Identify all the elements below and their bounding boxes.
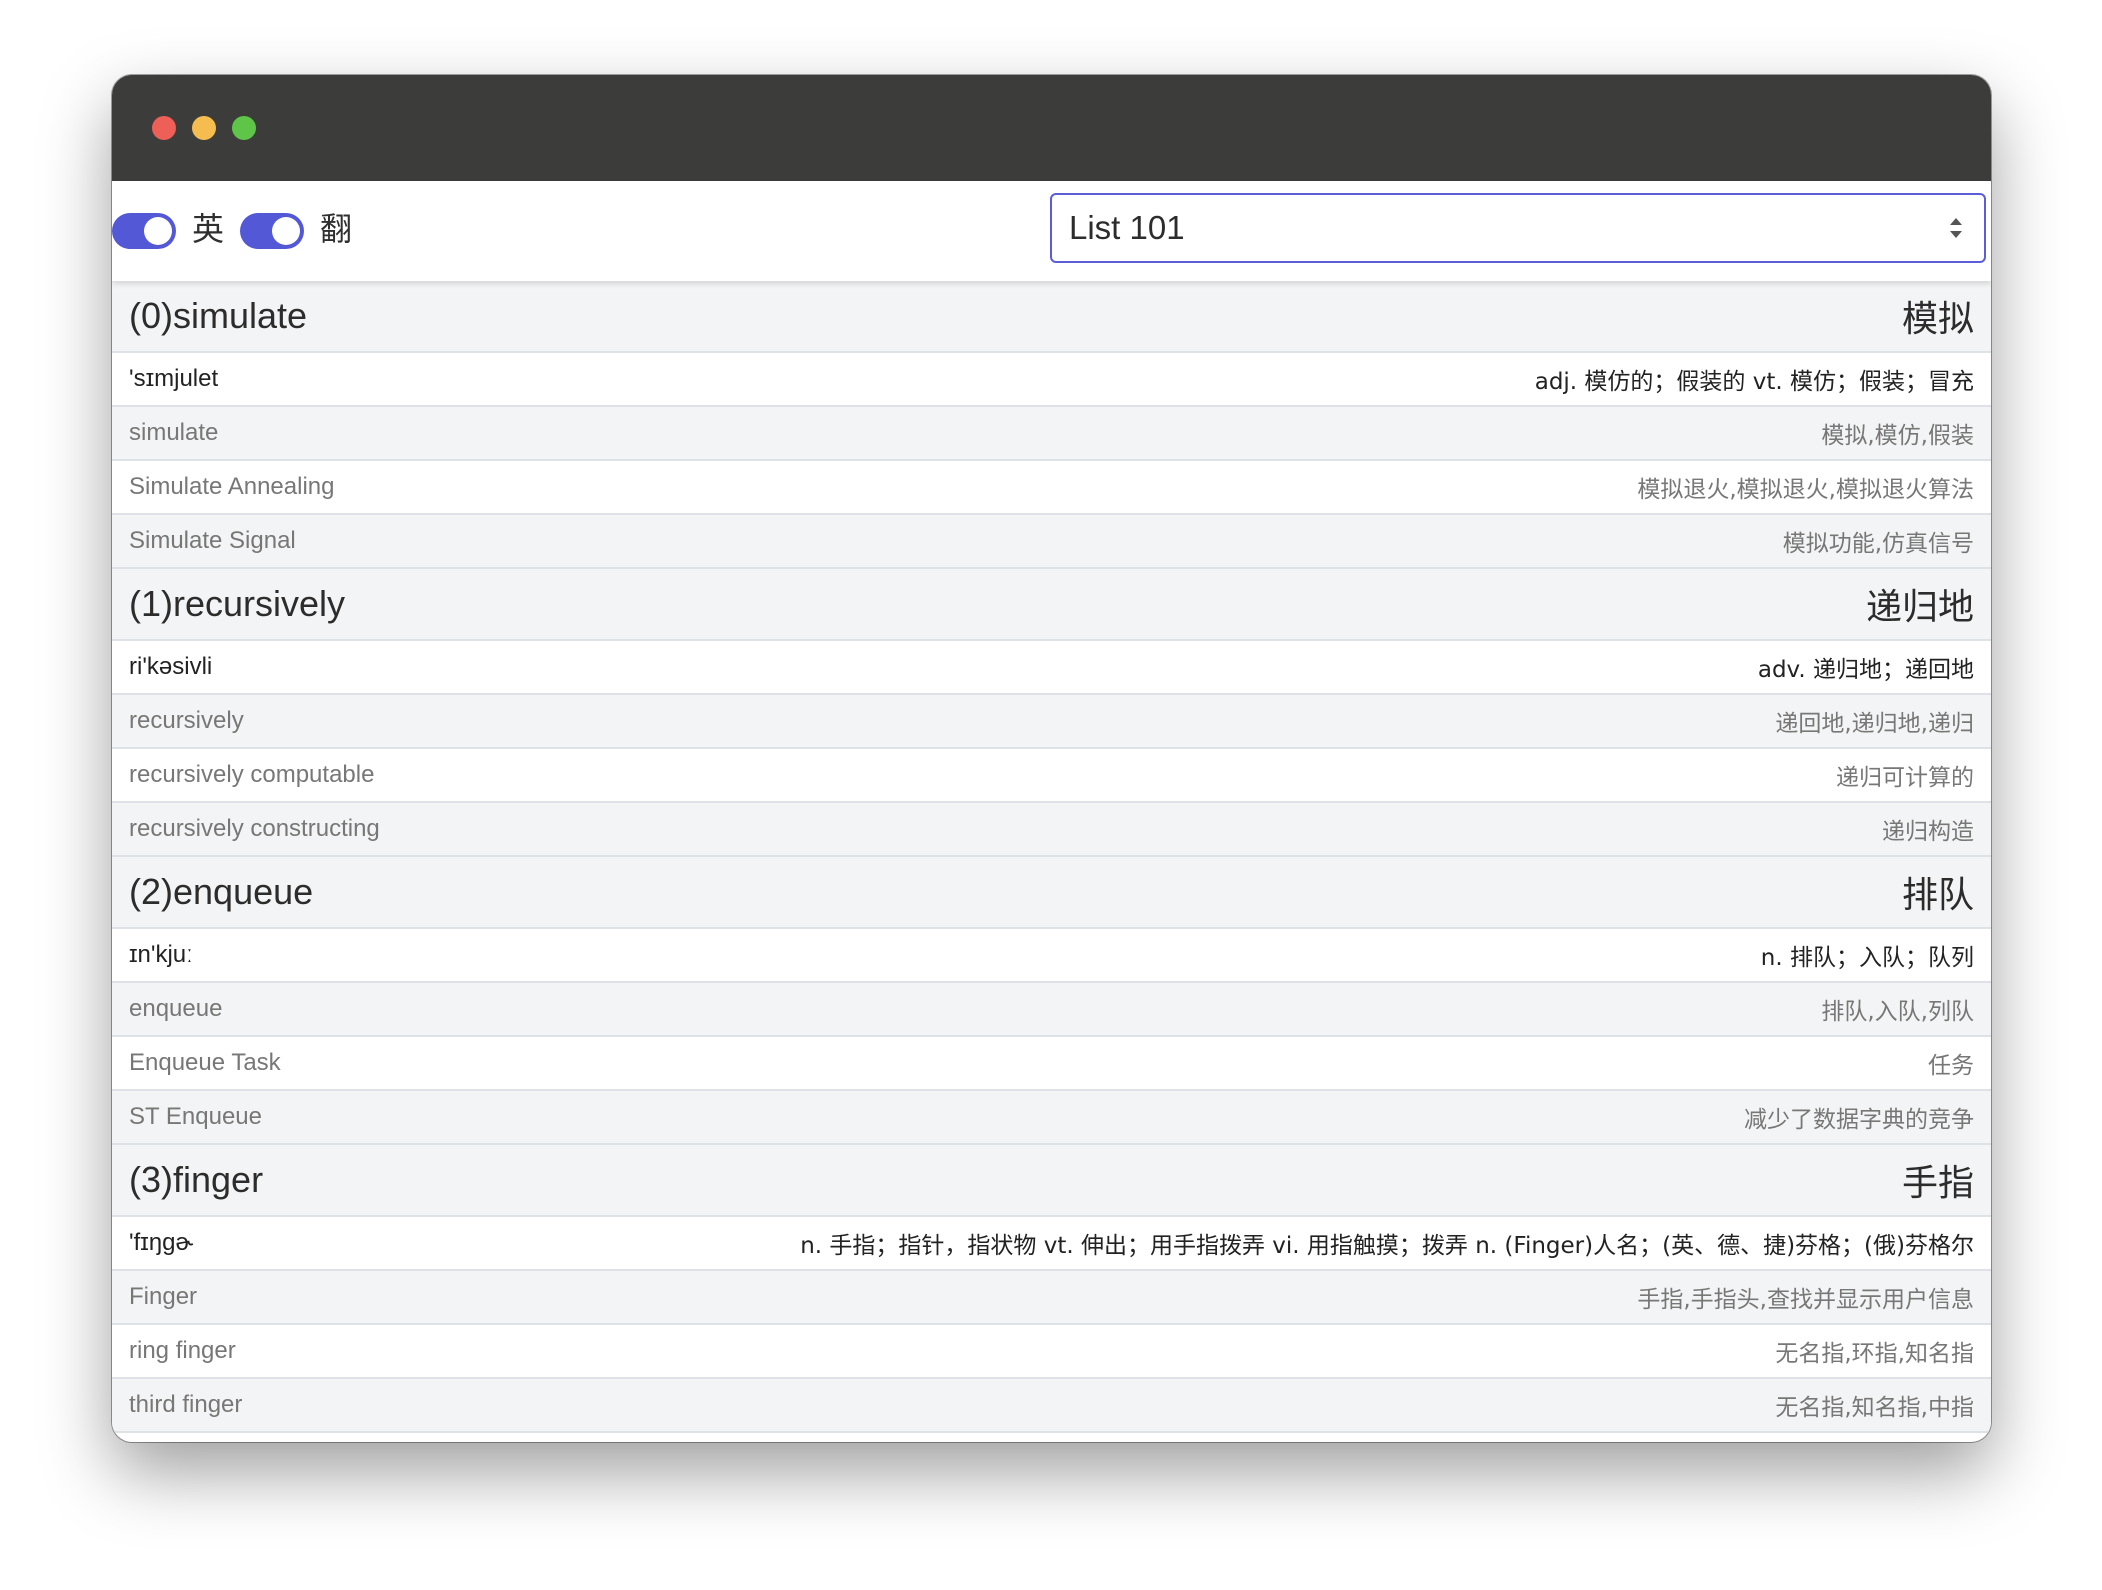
phrase-english: recursively computable [129, 761, 375, 788]
phrase-english: ring finger [129, 1337, 236, 1364]
word-list[interactable]: (0)simulate 模拟 'sɪmjulet adj. 模仿的；假装的 vt… [112, 281, 1991, 1442]
phrase-english: Finger [129, 1283, 198, 1310]
phonetic: 'fɪŋɡɚ [129, 1229, 194, 1256]
zoom-window-button[interactable] [232, 116, 256, 140]
word-meaning: 模拟 [1901, 299, 1974, 340]
phrase-row: Simulate Signal 模拟功能,仿真信号 [112, 515, 1991, 569]
phrase-english: Simulate Annealing [129, 473, 335, 500]
phrase-english: recursively [129, 707, 244, 734]
english-toggle-label: 英 [192, 210, 225, 248]
word-title: (2)enqueue [129, 871, 314, 912]
english-toggle[interactable] [112, 213, 176, 249]
phrase-row: ring finger 无名指,环指,知名指 [112, 1325, 1991, 1379]
word-title: (3)finger [129, 1159, 264, 1200]
phrase-translation: 手指,手指头,查找并显示用户信息 [1637, 1287, 1974, 1313]
phrase-row: enqueue 排队,入队,列队 [112, 983, 1991, 1037]
phrase-translation: 递归构造 [1882, 819, 1974, 845]
select-arrows-icon [1950, 218, 1962, 238]
phonetic: 'sɪmjulet [129, 365, 219, 392]
phrase-translation: 递回地,递归地,递归 [1775, 711, 1974, 737]
phonetic: ri'kəsivli [129, 653, 213, 680]
phrase-translation: 减少了数据字典的竞争 [1744, 1107, 1974, 1133]
word-header-row[interactable]: (2)enqueue 排队 [112, 857, 1991, 929]
definition: n. 手指；指针，指状物 vt. 伸出；用手指拨弄 vi. 用指触摸；拨弄 n.… [800, 1233, 1974, 1259]
definition: adv. 递归地；递回地 [1757, 657, 1974, 683]
definition: adj. 模仿的；假装的 vt. 模仿；假装；冒充 [1534, 369, 1974, 395]
phrase-translation: 无名指,环指,知名指 [1775, 1341, 1974, 1367]
phrase-english: simulate [129, 419, 219, 446]
phrase-row: ST Enqueue 减少了数据字典的竞争 [112, 1091, 1991, 1145]
toggle-knob [144, 217, 172, 245]
phrase-row: Finger 手指,手指头,查找并显示用户信息 [112, 1271, 1991, 1325]
app-window: 英 翻 List 101 (0)simulate 模拟 'sɪmjulet ad… [112, 75, 1991, 1442]
phrase-row: recursively constructing 递归构造 [112, 803, 1991, 857]
phrase-translation: 模拟,模仿,假装 [1821, 423, 1974, 449]
toggle-knob [272, 217, 300, 245]
minimize-window-button[interactable] [192, 116, 216, 140]
phonetic-row: 'sɪmjulet adj. 模仿的；假装的 vt. 模仿；假装；冒充 [112, 353, 1991, 407]
word-meaning: 排队 [1901, 875, 1974, 916]
close-window-button[interactable] [152, 116, 176, 140]
phrase-english: enqueue [129, 995, 223, 1022]
phrase-translation: 模拟功能,仿真信号 [1782, 531, 1974, 557]
translation-toggle-label: 翻 [320, 210, 353, 248]
phrase-english: Simulate Signal [129, 527, 296, 554]
word-meaning: 递归地 [1865, 587, 1974, 628]
word-header-row[interactable]: (3)finger 手指 [112, 1145, 1991, 1217]
phrase-translation: 任务 [1928, 1053, 1974, 1079]
phrase-translation: 排队,入队,列队 [1821, 999, 1974, 1025]
word-title: (1)recursively [129, 583, 346, 624]
phrase-english: ST Enqueue [129, 1103, 262, 1130]
word-meaning: 手指 [1901, 1163, 1974, 1204]
phonetic-row: ri'kəsivli adv. 递归地；递回地 [112, 641, 1991, 695]
word-header-row[interactable]: (0)simulate 模拟 [112, 281, 1991, 353]
phrase-row: recursively 递回地,递归地,递归 [112, 695, 1991, 749]
phonetic-row: 'fɪŋɡɚ n. 手指；指针，指状物 vt. 伸出；用手指拨弄 vi. 用指触… [112, 1217, 1991, 1271]
definition: n. 排队；入队；队列 [1760, 945, 1974, 971]
phrase-english: third finger [129, 1391, 243, 1418]
word-header-row[interactable]: (1)recursively 递归地 [112, 569, 1991, 641]
desktop-background: 英 翻 List 101 (0)simulate 模拟 'sɪmjulet ad… [0, 0, 2102, 1590]
phrase-english: Enqueue Task [129, 1049, 281, 1076]
translation-toggle[interactable] [240, 213, 304, 249]
word-title: (0)simulate [129, 295, 308, 336]
list-select[interactable]: List 101 [1050, 193, 1986, 263]
toolbar: 英 翻 List 101 [112, 181, 1991, 281]
phrase-translation: 无名指,知名指,中指 [1775, 1395, 1974, 1421]
phrase-row: simulate 模拟,模仿,假装 [112, 407, 1991, 461]
phrase-row: Simulate Annealing 模拟退火,模拟退火,模拟退火算法 [112, 461, 1991, 515]
title-bar [112, 75, 1991, 181]
phonetic-row: ɪn'kjuː n. 排队；入队；队列 [112, 929, 1991, 983]
phrase-row: recursively computable 递归可计算的 [112, 749, 1991, 803]
list-select-value: List 101 [1069, 209, 1185, 246]
phrase-row: third finger 无名指,知名指,中指 [112, 1379, 1991, 1433]
phrase-row: Enqueue Task 任务 [112, 1037, 1991, 1091]
phrase-english: recursively constructing [129, 815, 380, 842]
phrase-translation: 模拟退火,模拟退火,模拟退火算法 [1637, 477, 1974, 503]
phonetic: ɪn'kjuː [129, 941, 193, 968]
phrase-translation: 递归可计算的 [1836, 765, 1974, 791]
